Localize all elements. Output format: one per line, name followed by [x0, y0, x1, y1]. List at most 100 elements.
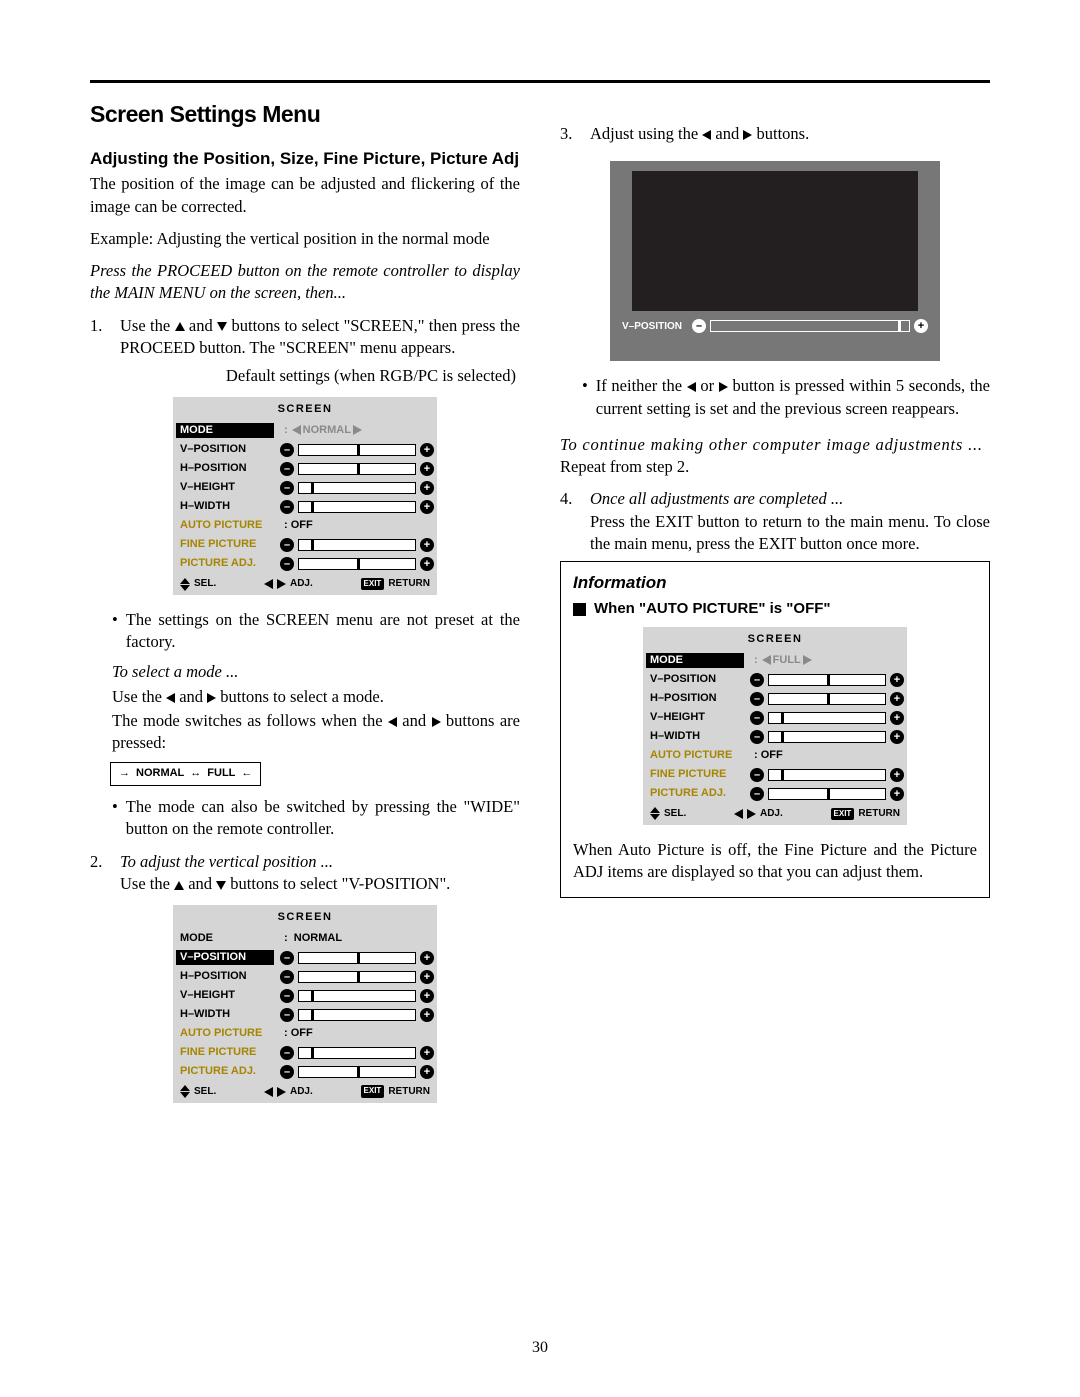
plus-icon: + — [914, 319, 928, 333]
plus-icon: + — [890, 692, 904, 706]
minus-icon: – — [750, 730, 764, 744]
osd-h-position: H–POSITION — [176, 461, 274, 476]
osd-menu-default: SCREEN MODE :NORMAL V–POSITION–+ H–POSIT… — [173, 397, 437, 594]
continue-head: To continue making other computer image … — [560, 434, 990, 456]
osd-mode-label: MODE — [176, 423, 274, 438]
minus-icon: – — [280, 1046, 294, 1060]
bullet-icon: • — [112, 796, 118, 841]
down-triangle-icon — [180, 1092, 190, 1098]
minus-icon: – — [280, 538, 294, 552]
up-triangle-icon — [175, 322, 185, 331]
left-column: Screen Settings Menu Adjusting the Posit… — [90, 99, 520, 1117]
down-triangle-icon — [180, 585, 190, 591]
plus-icon: + — [420, 951, 434, 965]
step-2-head: To adjust the vertical position ... — [120, 851, 450, 873]
note-not-preset: • The settings on the SCREEN menu are no… — [90, 609, 520, 654]
osd-h-width: H–WIDTH — [176, 1007, 274, 1022]
right-triangle-icon — [207, 693, 216, 703]
osd-picture-adj: PICTURE ADJ. — [176, 1064, 274, 1079]
osd-v-position: V–POSITION — [176, 442, 274, 457]
plus-icon: + — [420, 1065, 434, 1079]
preview-label: V–POSITION — [622, 320, 682, 334]
step-4-body: Press the EXIT button to return to the m… — [590, 511, 990, 556]
minus-icon: – — [280, 951, 294, 965]
osd-menu-vposition: SCREEN MODE : NORMAL V–POSITION–+ H–POSI… — [173, 905, 437, 1102]
right-triangle-icon — [277, 579, 286, 589]
up-triangle-icon — [174, 881, 184, 890]
plus-icon: + — [420, 538, 434, 552]
plus-icon: + — [420, 1046, 434, 1060]
right-column: 3. Adjust using the and buttons. V–POSIT… — [560, 99, 990, 898]
plus-icon: + — [420, 462, 434, 476]
bullet-icon: • — [112, 609, 118, 654]
plus-icon: + — [890, 673, 904, 687]
up-triangle-icon — [180, 578, 190, 584]
step-2: 2. To adjust the vertical position ... U… — [90, 851, 520, 896]
osd-mode-label: MODE — [646, 653, 744, 668]
osd-v-height: V–HEIGHT — [176, 480, 274, 495]
intro-text: The position of the image can be adjuste… — [90, 173, 520, 218]
select-mode-head: To select a mode ... — [90, 661, 520, 683]
step-4: 4. Once all adjustments are completed ..… — [560, 488, 990, 555]
left-triangle-icon — [687, 382, 696, 392]
right-triangle-icon — [803, 655, 812, 665]
osd-fine-picture: FINE PICTURE — [176, 1045, 274, 1060]
plus-icon: + — [420, 557, 434, 571]
plus-icon: + — [890, 787, 904, 801]
step-4-number: 4. — [560, 488, 582, 555]
note-5sec: • If neither the or button is pressed wi… — [560, 375, 990, 420]
minus-icon: – — [750, 711, 764, 725]
plus-icon: + — [420, 1008, 434, 1022]
top-rule — [90, 80, 990, 83]
step1-caption: Default settings (when RGB/PC is selecte… — [90, 365, 520, 387]
page-title: Screen Settings Menu — [90, 99, 520, 130]
step-1-text-a: Use the — [120, 316, 175, 335]
mode-cycle-diagram: →NORMAL↔FULL← — [110, 762, 261, 786]
plus-icon: + — [890, 768, 904, 782]
step-3: 3. Adjust using the and buttons. — [560, 123, 990, 145]
down-triangle-icon — [650, 814, 660, 820]
step-1: 1. Use the and buttons to select "SCREEN… — [90, 315, 520, 360]
minus-icon: – — [280, 462, 294, 476]
step-1-number: 1. — [90, 315, 112, 360]
osd-v-position: V–POSITION — [176, 950, 274, 965]
plus-icon: + — [420, 443, 434, 457]
information-box: Information When "AUTO PICTURE" is "OFF"… — [560, 561, 990, 898]
minus-icon: – — [750, 673, 764, 687]
minus-icon: – — [750, 787, 764, 801]
right-triangle-icon — [353, 425, 362, 435]
osd-v-position: V–POSITION — [646, 672, 744, 687]
osd-fine-picture: FINE PICTURE — [176, 537, 274, 552]
osd-adj: ADJ. — [290, 577, 313, 591]
osd-mode-value: :NORMAL — [274, 423, 434, 438]
osd-mode-label: MODE — [176, 931, 274, 946]
info-body: When Auto Picture is off, the Fine Pictu… — [573, 839, 977, 884]
minus-icon: – — [280, 1065, 294, 1079]
page-number: 30 — [0, 1339, 1080, 1357]
minus-icon: – — [280, 500, 294, 514]
select-mode-line1: Use the and buttons to select a mode. — [90, 686, 520, 708]
minus-icon: – — [280, 481, 294, 495]
osd-return: RETURN — [388, 577, 430, 591]
note-wide-button: • The mode can also be switched by press… — [90, 796, 520, 841]
select-mode-line2: The mode switches as follows when the an… — [90, 710, 520, 755]
square-bullet-icon — [573, 603, 586, 616]
section-subhead: Adjusting the Position, Size, Fine Pictu… — [90, 148, 520, 169]
left-triangle-icon — [702, 130, 711, 140]
minus-icon: – — [280, 443, 294, 457]
plus-icon: + — [420, 481, 434, 495]
right-triangle-icon — [719, 382, 728, 392]
left-triangle-icon — [166, 693, 175, 703]
down-triangle-icon — [216, 881, 226, 890]
minus-icon: – — [280, 989, 294, 1003]
exit-pill-icon: EXIT — [831, 808, 855, 821]
preview-panel: V–POSITION – + — [610, 161, 940, 361]
osd-auto-picture: AUTO PICTURE — [646, 748, 744, 763]
right-triangle-icon — [277, 1087, 286, 1097]
step-2-number: 2. — [90, 851, 112, 896]
plus-icon: + — [420, 989, 434, 1003]
osd-v-height: V–HEIGHT — [176, 988, 274, 1003]
information-title: Information — [573, 572, 977, 595]
up-triangle-icon — [650, 807, 660, 813]
plus-icon: + — [420, 970, 434, 984]
